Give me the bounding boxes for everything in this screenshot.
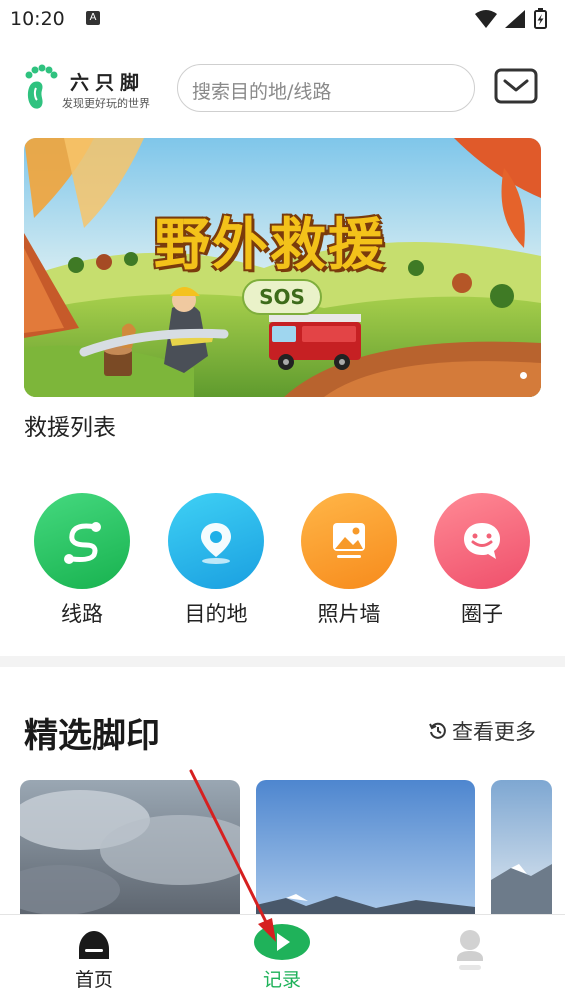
route-icon	[34, 493, 130, 589]
quick-action-destination[interactable]: 目的地	[168, 493, 264, 628]
card-photo	[256, 780, 475, 914]
quick-action-label: 照片墙	[317, 602, 381, 626]
quick-action-label: 圈子	[461, 602, 503, 626]
tab-record-label: 记录	[262, 969, 301, 991]
section-divider	[0, 656, 565, 667]
view-more-label: 查看更多	[452, 720, 536, 744]
search-placeholder: 搜索目的地/线路	[192, 81, 332, 103]
quick-action-route[interactable]: 线路	[34, 493, 130, 628]
footprint-card[interactable]	[491, 780, 552, 914]
photo-icon	[301, 493, 397, 589]
quick-action-circle[interactable]: 圈子	[434, 493, 530, 628]
tab-home-label: 首页	[74, 969, 113, 991]
sos-badge: SOS	[242, 279, 322, 315]
signal-icon	[505, 10, 525, 28]
card-photo	[20, 780, 240, 914]
card-photo	[491, 780, 552, 914]
view-more-link[interactable]: 查看更多	[428, 718, 536, 744]
quick-action-label: 线路	[61, 602, 103, 626]
rescue-list-link[interactable]: 救援列表	[24, 408, 116, 442]
status-indicators	[475, 8, 547, 29]
message-button[interactable]	[494, 68, 538, 104]
status-time: 10:20	[10, 8, 65, 30]
tab-record[interactable]: 记录	[222, 915, 342, 1004]
quick-action-label: 目的地	[184, 602, 248, 626]
carousel-indicator	[520, 372, 527, 379]
footprint-card[interactable]	[20, 780, 240, 914]
tab-home[interactable]: 首页	[34, 915, 154, 1004]
footprint-card[interactable]	[256, 780, 475, 914]
header: 六只脚 发现更好玩的世界 搜索目的地/线路	[0, 52, 565, 124]
app-slogan: 发现更好玩的世界	[62, 97, 150, 110]
battery-icon	[534, 8, 547, 29]
footprint-logo-icon	[25, 64, 58, 109]
status-bar: 10:20 A	[0, 0, 565, 38]
featured-section-title: 精选脚印	[24, 716, 160, 756]
home-icon	[79, 931, 109, 959]
bottom-nav: 首页 记录	[0, 914, 565, 1004]
wifi-icon	[475, 10, 497, 28]
banner-title: 野外救援	[154, 213, 386, 278]
profile-icon	[457, 930, 483, 970]
location-pin-icon	[168, 493, 264, 589]
refresh-icon	[429, 722, 446, 739]
tab-profile[interactable]	[410, 915, 530, 1004]
rescue-banner[interactable]: 野外救援 SOS	[24, 138, 541, 397]
notification-icon: A	[86, 11, 100, 25]
app-name: 六只脚	[70, 72, 146, 94]
chat-smile-icon	[434, 493, 530, 589]
quick-action-photo-wall[interactable]: 照片墙	[301, 493, 397, 628]
play-record-icon	[254, 924, 310, 960]
search-input[interactable]: 搜索目的地/线路	[177, 64, 475, 112]
